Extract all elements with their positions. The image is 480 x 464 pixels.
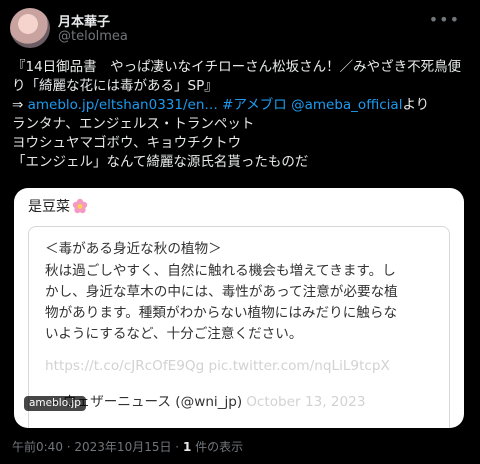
tweet-meta: 午前0:40 · 2023年10月15日 · 1 件の表示	[12, 438, 243, 455]
tweet-body-line: ランタナ、エンジェルス・トランペット	[12, 116, 255, 132]
more-options-icon[interactable]: •••	[429, 10, 460, 29]
author-handle[interactable]: @telolmea	[58, 29, 128, 44]
share-line: ⇒ ameblo.jp/eltshan0331/en… #アメブロ @ameba…	[12, 96, 472, 115]
embedded-line: 物があります。種類がわからない植物にはみだりに触らな	[45, 305, 398, 321]
card-title: 是豆菜	[28, 196, 88, 216]
avatar[interactable]	[10, 8, 50, 48]
embedded-tweet: ＜毒がある身近な秋の植物＞ 秋は過ごしやすく、自然に触れる機会も増えてきます。し…	[28, 226, 450, 428]
shared-link[interactable]: ameblo.jp/eltshan0331/en…	[28, 97, 218, 113]
embedded-source: — ウェザーニュース (@wni_jp) October 13, 2023	[45, 390, 365, 410]
link-card[interactable]: 是豆菜 ＜毒がある身近な秋の植物＞ 秋は過ごしやすく、自然に触れる機会も増えてき…	[14, 188, 464, 428]
tweet-line: 『14日御品書 やっぱ凄いなイチローさん松坂さん！／みやざき不死鳥便	[12, 59, 462, 75]
card-domain-badge: ameblo.jp	[24, 396, 86, 411]
tweet-text: 『14日御品書 やっぱ凄いなイチローさん松坂さん！／みやざき不死鳥便 り「綺麗な…	[12, 58, 472, 172]
card-title-text: 是豆菜	[28, 199, 70, 215]
share-suffix: より	[402, 97, 430, 113]
meta-separator: ·	[171, 440, 183, 454]
share-prefix: ⇒	[12, 97, 28, 113]
hashtag-link[interactable]: #アメブロ	[222, 97, 287, 113]
views-label: 件の表示	[191, 440, 244, 454]
embedded-tweet-body: ＜毒がある身近な秋の植物＞ 秋は過ごしやすく、自然に触れる機会も増えてきます。し…	[45, 239, 437, 345]
tweet-line: り「綺麗な花には毒がある」SP』	[12, 78, 218, 94]
tweet-header: 月本華子 @telolmea •••	[10, 8, 470, 48]
tweet-timestamp[interactable]: 午前0:40 · 2023年10月15日	[12, 440, 171, 454]
embedded-line: いようにするなど、十分ご注意ください。	[45, 326, 303, 342]
mention-link[interactable]: @ameba_official	[291, 97, 402, 113]
embedded-line: 秋は過ごしやすく、自然に触れる機会も増えてきます。し	[45, 263, 396, 279]
embedded-date: October 13, 2023	[246, 394, 366, 410]
tweet-body-line: 「エンジェル」なんて綺麗な源氏名貰ったものだ	[12, 154, 309, 170]
embedded-url: https://t.co/cJRcOfE9Qg pic.twitter.com/…	[45, 358, 390, 374]
embedded-heading: ＜毒がある身近な秋の植物＞	[45, 241, 222, 257]
embedded-line: かし、身近な草木の中には、毒性があって注意が必要な植	[45, 284, 398, 300]
author-display-name[interactable]: 月本華子	[58, 11, 110, 30]
tweet-body-line: ヨウシュヤマゴボウ、キョウチクトウ	[12, 135, 242, 151]
flower-icon	[72, 198, 88, 214]
